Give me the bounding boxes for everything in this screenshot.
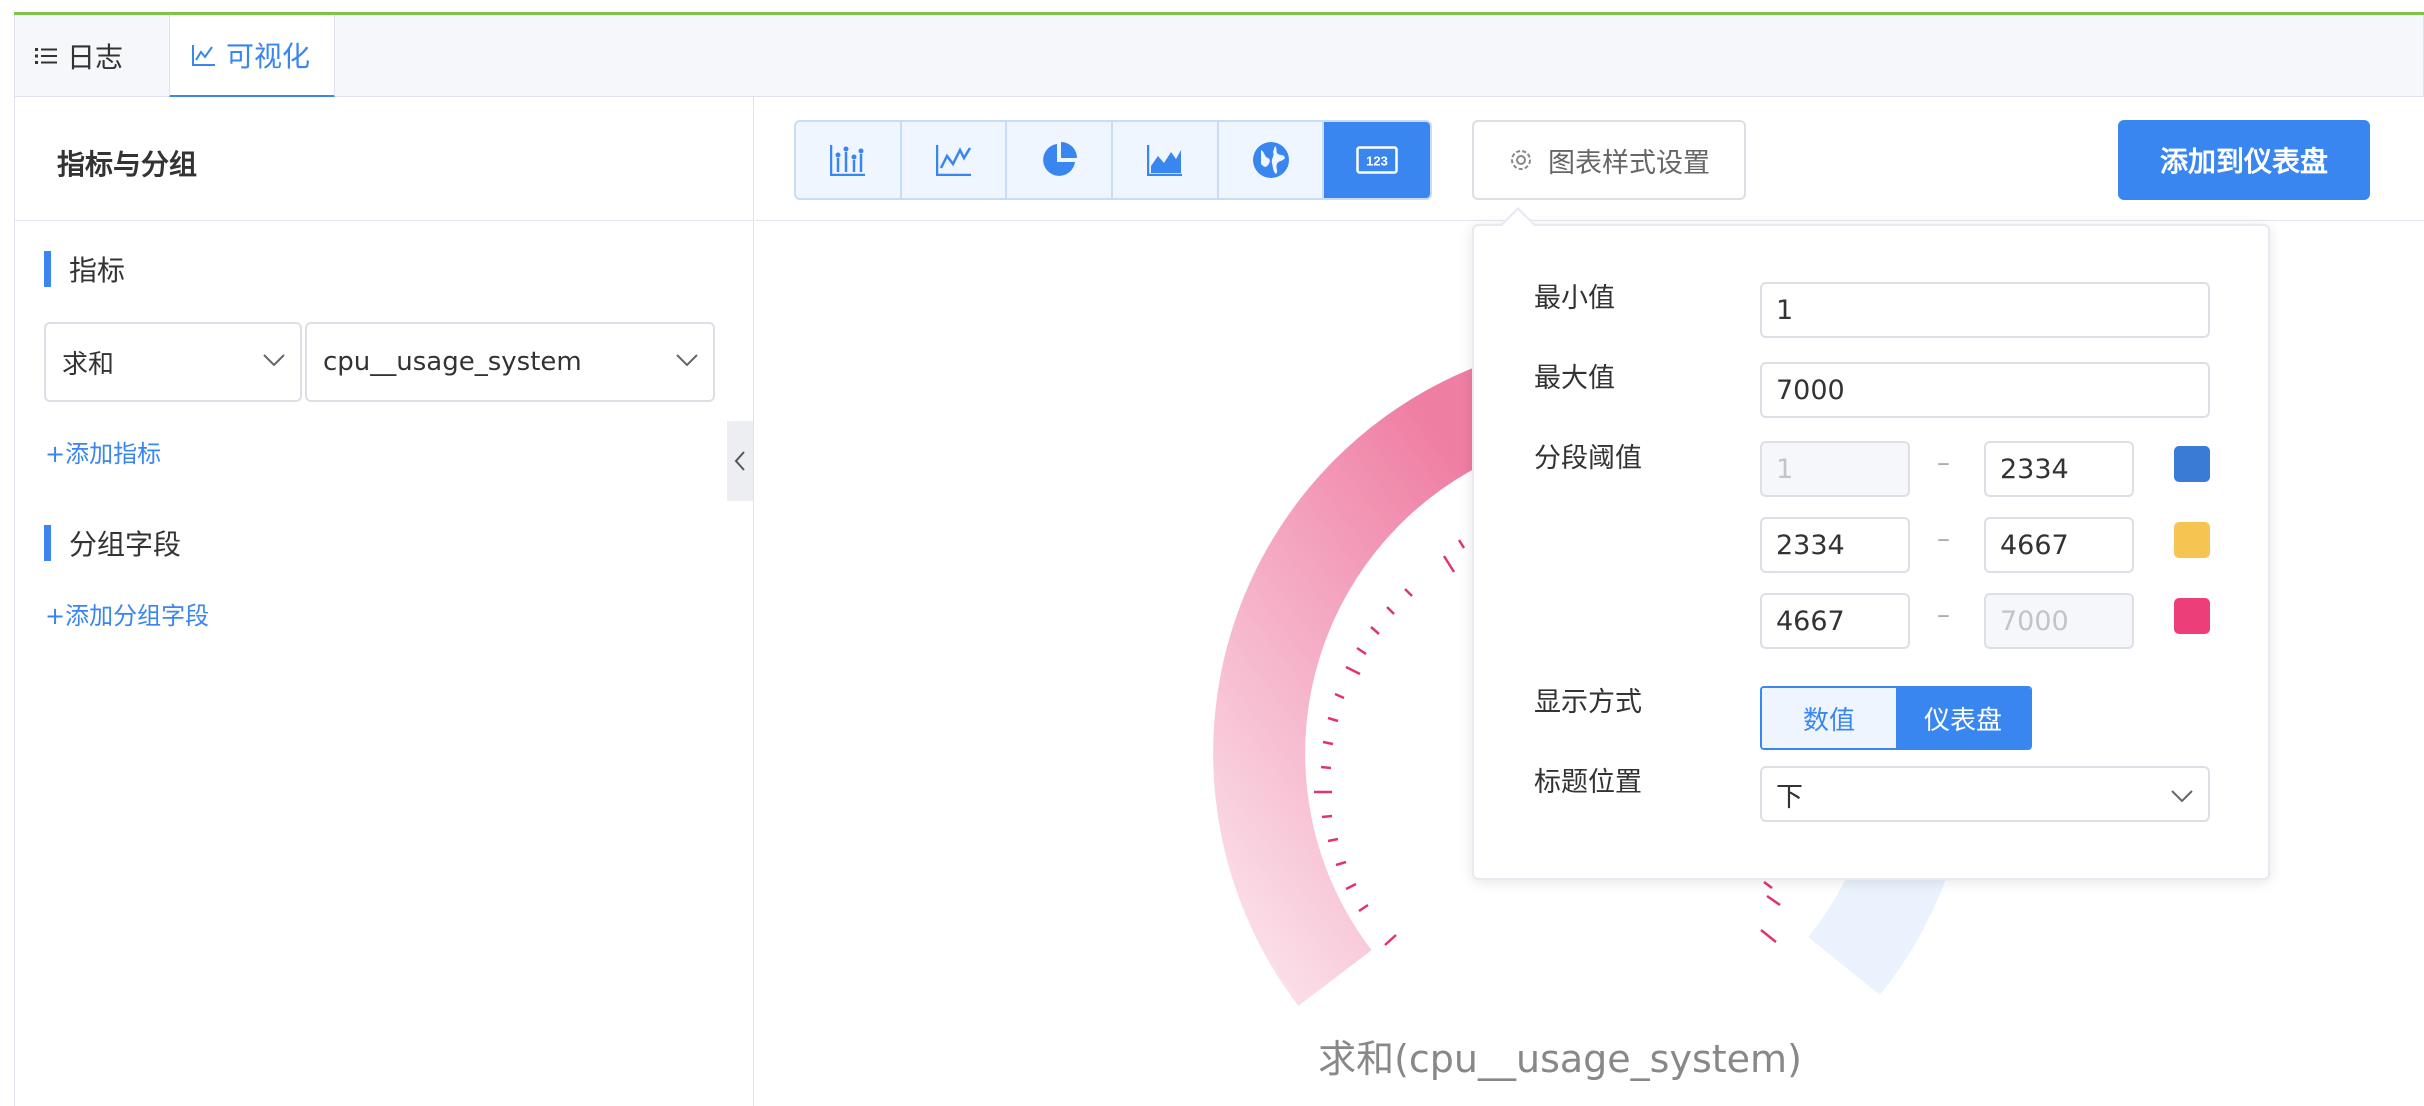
left-panel-title: 指标与分组 [57, 148, 198, 181]
svg-text:123: 123 [1366, 154, 1388, 169]
chart-type-switcher: 123 [794, 120, 1432, 200]
chart-type-pie[interactable] [1007, 122, 1114, 198]
metrics-section-label: 指标 [69, 254, 126, 287]
threshold-2-from-input[interactable]: 2334 [1760, 517, 1910, 573]
range-separator: – [1937, 448, 1950, 478]
globe-map-icon [1252, 142, 1289, 178]
threshold-3-to-input: 7000 [1984, 593, 2134, 649]
metric-field-value: cpu__usage_system [323, 347, 582, 377]
chart-type-number[interactable]: 123 [1324, 122, 1430, 198]
tab-bar: 日志 可视化 [14, 15, 2424, 98]
display-mode-gauge[interactable]: 仪表盘 [1896, 688, 2030, 748]
chart-style-settings-label: 图表样式设置 [1548, 147, 1710, 179]
line-chart-icon [192, 45, 215, 66]
threshold-1-color-swatch[interactable] [2174, 446, 2210, 482]
chart-type-line[interactable] [902, 122, 1008, 198]
range-separator: – [1937, 600, 1950, 630]
chart-type-bar[interactable] [796, 122, 902, 198]
chart-type-area[interactable] [1113, 122, 1219, 198]
tab-visualize[interactable]: 可视化 [169, 15, 335, 98]
gauge-title: 求和(cpu__usage_system) [1318, 1037, 1802, 1081]
threshold-2-from: 2334 [1776, 529, 1845, 561]
threshold-3-from: 4667 [1776, 605, 1845, 637]
chevron-down-icon [2171, 790, 2193, 803]
tab-log-label: 日志 [67, 41, 124, 74]
threshold-1-to: 2334 [2000, 453, 2069, 485]
threshold-2-color-swatch[interactable] [2174, 522, 2210, 558]
left-panel: 指标与分组 指标 求和 cpu__usage_system +添加指标 分组字段… [14, 97, 754, 1106]
chart-type-map[interactable] [1219, 122, 1325, 198]
chevron-down-icon [263, 354, 285, 367]
tab-visualize-label: 可视化 [226, 40, 311, 73]
max-value-text: 7000 [1776, 374, 1845, 406]
chart-style-settings-button[interactable]: 图表样式设置 [1472, 120, 1746, 200]
title-position-select[interactable]: 下 [1760, 766, 2210, 822]
threshold-label: 分段阈值 [1534, 443, 1642, 474]
display-mode-number[interactable]: 数值 [1762, 688, 1896, 748]
metric-field-select[interactable]: cpu__usage_system [305, 322, 715, 402]
max-value-label: 最大值 [1534, 363, 1615, 394]
display-mode-label: 显示方式 [1534, 687, 1642, 718]
min-value-text: 1 [1776, 294, 1794, 326]
list-icon [35, 48, 57, 64]
section-accent-bar [44, 251, 51, 287]
gear-icon [1511, 150, 1531, 170]
add-metric-link[interactable]: +添加指标 [45, 434, 161, 469]
threshold-1-from-input: 1 [1760, 441, 1910, 497]
threshold-3-color-swatch[interactable] [2174, 598, 2210, 634]
group-section-title: 分组字段 [44, 523, 181, 563]
threshold-1-from: 1 [1776, 453, 1794, 485]
add-to-dashboard-button[interactable]: 添加到仪表盘 [2118, 120, 2370, 200]
add-group-field-link[interactable]: +添加分组字段 [45, 596, 209, 631]
threshold-3-from-input[interactable]: 4667 [1760, 593, 1910, 649]
chevron-left-icon [734, 451, 745, 471]
metrics-section-title: 指标 [44, 249, 125, 289]
threshold-3-to: 7000 [2000, 605, 2069, 637]
range-separator: – [1937, 524, 1950, 554]
pie-chart-icon [1043, 142, 1078, 176]
aggregation-select[interactable]: 求和 [44, 322, 302, 402]
collapse-panel-button[interactable] [727, 421, 753, 501]
display-mode-toggle: 数值 仪表盘 [1760, 686, 2032, 750]
threshold-1-to-input[interactable]: 2334 [1984, 441, 2134, 497]
min-value-input[interactable]: 1 [1760, 282, 2210, 338]
min-value-label: 最小值 [1534, 283, 1615, 314]
title-position-value: 下 [1776, 781, 1803, 813]
left-panel-header: 指标与分组 [15, 97, 754, 221]
number-123-icon: 123 [1356, 146, 1398, 174]
threshold-2-to-input[interactable]: 4667 [1984, 517, 2134, 573]
section-accent-bar [44, 525, 51, 561]
max-value-input[interactable]: 7000 [1760, 362, 2210, 418]
title-position-label: 标题位置 [1534, 767, 1642, 798]
aggregation-value: 求和 [62, 349, 115, 380]
tab-log[interactable]: 日志 [35, 15, 123, 97]
area-chart-icon [1146, 145, 1182, 176]
group-section-label: 分组字段 [69, 528, 182, 561]
bar-chart-icon [829, 145, 865, 176]
threshold-2-to: 4667 [2000, 529, 2069, 561]
line-chart-icon [935, 145, 971, 176]
chevron-down-icon [676, 354, 698, 367]
